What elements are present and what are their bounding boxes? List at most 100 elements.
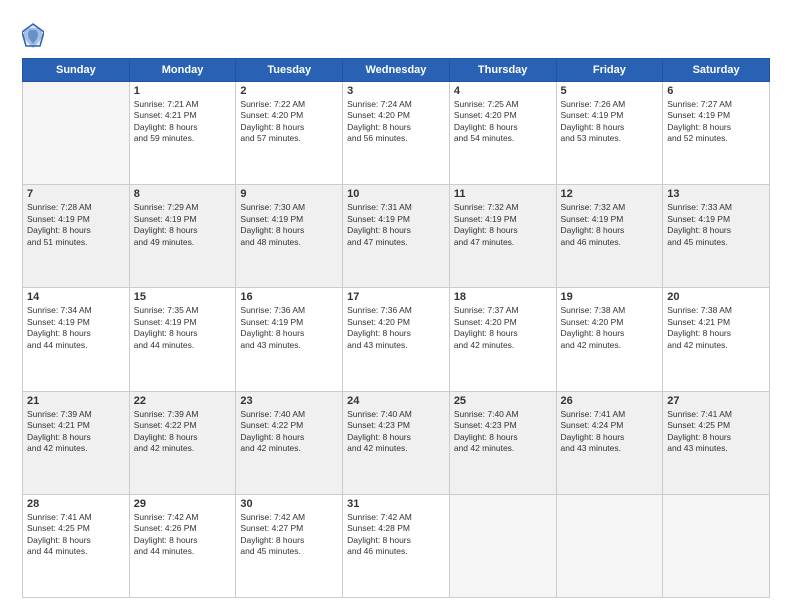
cell-info: Sunrise: 7:41 AMSunset: 4:25 PMDaylight:…	[27, 512, 125, 558]
calendar-cell: 9 Sunrise: 7:30 AMSunset: 4:19 PMDaylight…	[236, 185, 343, 288]
day-number: 24	[347, 395, 445, 407]
calendar-cell	[663, 494, 770, 597]
calendar-cell: 12 Sunrise: 7:32 AMSunset: 4:19 PMDayligh…	[556, 185, 663, 288]
calendar-cell: 29 Sunrise: 7:42 AMSunset: 4:26 PMDayligh…	[129, 494, 236, 597]
cell-info: Sunrise: 7:41 AMSunset: 4:24 PMDaylight:…	[561, 409, 659, 455]
cell-info: Sunrise: 7:39 AMSunset: 4:21 PMDaylight:…	[27, 409, 125, 455]
cell-info: Sunrise: 7:40 AMSunset: 4:23 PMDaylight:…	[347, 409, 445, 455]
header-day-monday: Monday	[129, 59, 236, 82]
day-number: 6	[667, 85, 765, 97]
cell-info: Sunrise: 7:38 AMSunset: 4:21 PMDaylight:…	[667, 305, 765, 351]
cell-info: Sunrise: 7:24 AMSunset: 4:20 PMDaylight:…	[347, 99, 445, 145]
day-number: 30	[240, 498, 338, 510]
day-number: 25	[454, 395, 552, 407]
calendar-cell	[23, 82, 130, 185]
calendar-cell: 19 Sunrise: 7:38 AMSunset: 4:20 PMDayligh…	[556, 288, 663, 391]
calendar-cell: 11Sunrise: 7:32 AMSunset: 4:19 PMDayligh…	[449, 185, 556, 288]
header-day-sunday: Sunday	[23, 59, 130, 82]
cell-info: Sunrise: 7:38 AMSunset: 4:20 PMDaylight:…	[561, 305, 659, 351]
calendar-table: SundayMondayTuesdayWednesdayThursdayFrid…	[22, 58, 770, 598]
day-number: 7	[27, 188, 125, 200]
header-day-wednesday: Wednesday	[343, 59, 450, 82]
calendar-cell: 8 Sunrise: 7:29 AMSunset: 4:19 PMDaylight…	[129, 185, 236, 288]
day-number: 14	[27, 291, 125, 303]
day-number: 22	[134, 395, 232, 407]
cell-info: Sunrise: 7:21 AMSunset: 4:21 PMDaylight:…	[134, 99, 232, 145]
cell-info: Sunrise: 7:32 AMSunset: 4:19 PMDaylight:…	[561, 202, 659, 248]
day-number: 21	[27, 395, 125, 407]
calendar-cell: 23 Sunrise: 7:40 AMSunset: 4:22 PMDayligh…	[236, 391, 343, 494]
calendar-cell	[556, 494, 663, 597]
calendar-cell: 13 Sunrise: 7:33 AMSunset: 4:19 PMDayligh…	[663, 185, 770, 288]
cell-info: Sunrise: 7:41 AMSunset: 4:25 PMDaylight:…	[667, 409, 765, 455]
calendar-cell: 10Sunrise: 7:31 AMSunset: 4:19 PMDayligh…	[343, 185, 450, 288]
day-number: 27	[667, 395, 765, 407]
calendar-cell: 16 Sunrise: 7:36 AMSunset: 4:19 PMDayligh…	[236, 288, 343, 391]
calendar-cell: 14 Sunrise: 7:34 AMSunset: 4:19 PMDayligh…	[23, 288, 130, 391]
calendar-week-4: 21 Sunrise: 7:39 AMSunset: 4:21 PMDayligh…	[23, 391, 770, 494]
calendar-cell: 31 Sunrise: 7:42 AMSunset: 4:28 PMDayligh…	[343, 494, 450, 597]
calendar-cell: 26 Sunrise: 7:41 AMSunset: 4:24 PMDayligh…	[556, 391, 663, 494]
day-number: 9	[240, 188, 338, 200]
page: SundayMondayTuesdayWednesdayThursdayFrid…	[0, 0, 792, 612]
calendar-cell: 18 Sunrise: 7:37 AMSunset: 4:20 PMDayligh…	[449, 288, 556, 391]
day-number: 13	[667, 188, 765, 200]
header-day-thursday: Thursday	[449, 59, 556, 82]
day-number: 18	[454, 291, 552, 303]
day-number: 12	[561, 188, 659, 200]
cell-info: Sunrise: 7:25 AMSunset: 4:20 PMDaylight:…	[454, 99, 552, 145]
calendar-week-3: 14 Sunrise: 7:34 AMSunset: 4:19 PMDayligh…	[23, 288, 770, 391]
calendar-cell: 24 Sunrise: 7:40 AMSunset: 4:23 PMDayligh…	[343, 391, 450, 494]
day-number: 1	[134, 85, 232, 97]
cell-info: Sunrise: 7:37 AMSunset: 4:20 PMDaylight:…	[454, 305, 552, 351]
logo-icon	[22, 22, 44, 50]
calendar-cell: 15 Sunrise: 7:35 AMSunset: 4:19 PMDayligh…	[129, 288, 236, 391]
calendar-cell: 30Sunrise: 7:42 AMSunset: 4:27 PMDayligh…	[236, 494, 343, 597]
calendar-cell	[449, 494, 556, 597]
calendar-cell: 25 Sunrise: 7:40 AMSunset: 4:23 PMDayligh…	[449, 391, 556, 494]
calendar-week-5: 28 Sunrise: 7:41 AMSunset: 4:25 PMDayligh…	[23, 494, 770, 597]
calendar-cell: 20 Sunrise: 7:38 AMSunset: 4:21 PMDayligh…	[663, 288, 770, 391]
day-number: 15	[134, 291, 232, 303]
cell-info: Sunrise: 7:34 AMSunset: 4:19 PMDaylight:…	[27, 305, 125, 351]
calendar-week-2: 7 Sunrise: 7:28 AMSunset: 4:19 PMDaylight…	[23, 185, 770, 288]
cell-info: Sunrise: 7:29 AMSunset: 4:19 PMDaylight:…	[134, 202, 232, 248]
day-number: 23	[240, 395, 338, 407]
cell-info: Sunrise: 7:35 AMSunset: 4:19 PMDaylight:…	[134, 305, 232, 351]
calendar-cell: 5Sunrise: 7:26 AMSunset: 4:19 PMDaylight…	[556, 82, 663, 185]
cell-info: Sunrise: 7:40 AMSunset: 4:22 PMDaylight:…	[240, 409, 338, 455]
cell-info: Sunrise: 7:27 AMSunset: 4:19 PMDaylight:…	[667, 99, 765, 145]
cell-info: Sunrise: 7:22 AMSunset: 4:20 PMDaylight:…	[240, 99, 338, 145]
cell-info: Sunrise: 7:28 AMSunset: 4:19 PMDaylight:…	[27, 202, 125, 248]
cell-info: Sunrise: 7:36 AMSunset: 4:20 PMDaylight:…	[347, 305, 445, 351]
day-number: 3	[347, 85, 445, 97]
cell-info: Sunrise: 7:42 AMSunset: 4:26 PMDaylight:…	[134, 512, 232, 558]
cell-info: Sunrise: 7:36 AMSunset: 4:19 PMDaylight:…	[240, 305, 338, 351]
calendar-cell: 28 Sunrise: 7:41 AMSunset: 4:25 PMDayligh…	[23, 494, 130, 597]
calendar-week-1: 1 Sunrise: 7:21 AMSunset: 4:21 PMDaylight…	[23, 82, 770, 185]
day-number: 31	[347, 498, 445, 510]
day-number: 4	[454, 85, 552, 97]
calendar-cell: 17 Sunrise: 7:36 AMSunset: 4:20 PMDayligh…	[343, 288, 450, 391]
calendar-cell: 2Sunrise: 7:22 AMSunset: 4:20 PMDaylight…	[236, 82, 343, 185]
day-number: 28	[27, 498, 125, 510]
day-number: 19	[561, 291, 659, 303]
cell-info: Sunrise: 7:33 AMSunset: 4:19 PMDaylight:…	[667, 202, 765, 248]
calendar-cell: 6 Sunrise: 7:27 AMSunset: 4:19 PMDaylight…	[663, 82, 770, 185]
cell-info: Sunrise: 7:30 AMSunset: 4:19 PMDaylight:…	[240, 202, 338, 248]
calendar-cell: 7 Sunrise: 7:28 AMSunset: 4:19 PMDaylight…	[23, 185, 130, 288]
calendar-cell: 1 Sunrise: 7:21 AMSunset: 4:21 PMDaylight…	[129, 82, 236, 185]
cell-info: Sunrise: 7:32 AMSunset: 4:19 PMDaylight:…	[454, 202, 552, 248]
day-number: 20	[667, 291, 765, 303]
cell-info: Sunrise: 7:42 AMSunset: 4:28 PMDaylight:…	[347, 512, 445, 558]
day-number: 10	[347, 188, 445, 200]
day-number: 29	[134, 498, 232, 510]
day-number: 8	[134, 188, 232, 200]
day-number: 26	[561, 395, 659, 407]
calendar-cell: 21 Sunrise: 7:39 AMSunset: 4:21 PMDayligh…	[23, 391, 130, 494]
header-row: SundayMondayTuesdayWednesdayThursdayFrid…	[23, 59, 770, 82]
header-day-tuesday: Tuesday	[236, 59, 343, 82]
day-number: 16	[240, 291, 338, 303]
day-number: 17	[347, 291, 445, 303]
cell-info: Sunrise: 7:40 AMSunset: 4:23 PMDaylight:…	[454, 409, 552, 455]
